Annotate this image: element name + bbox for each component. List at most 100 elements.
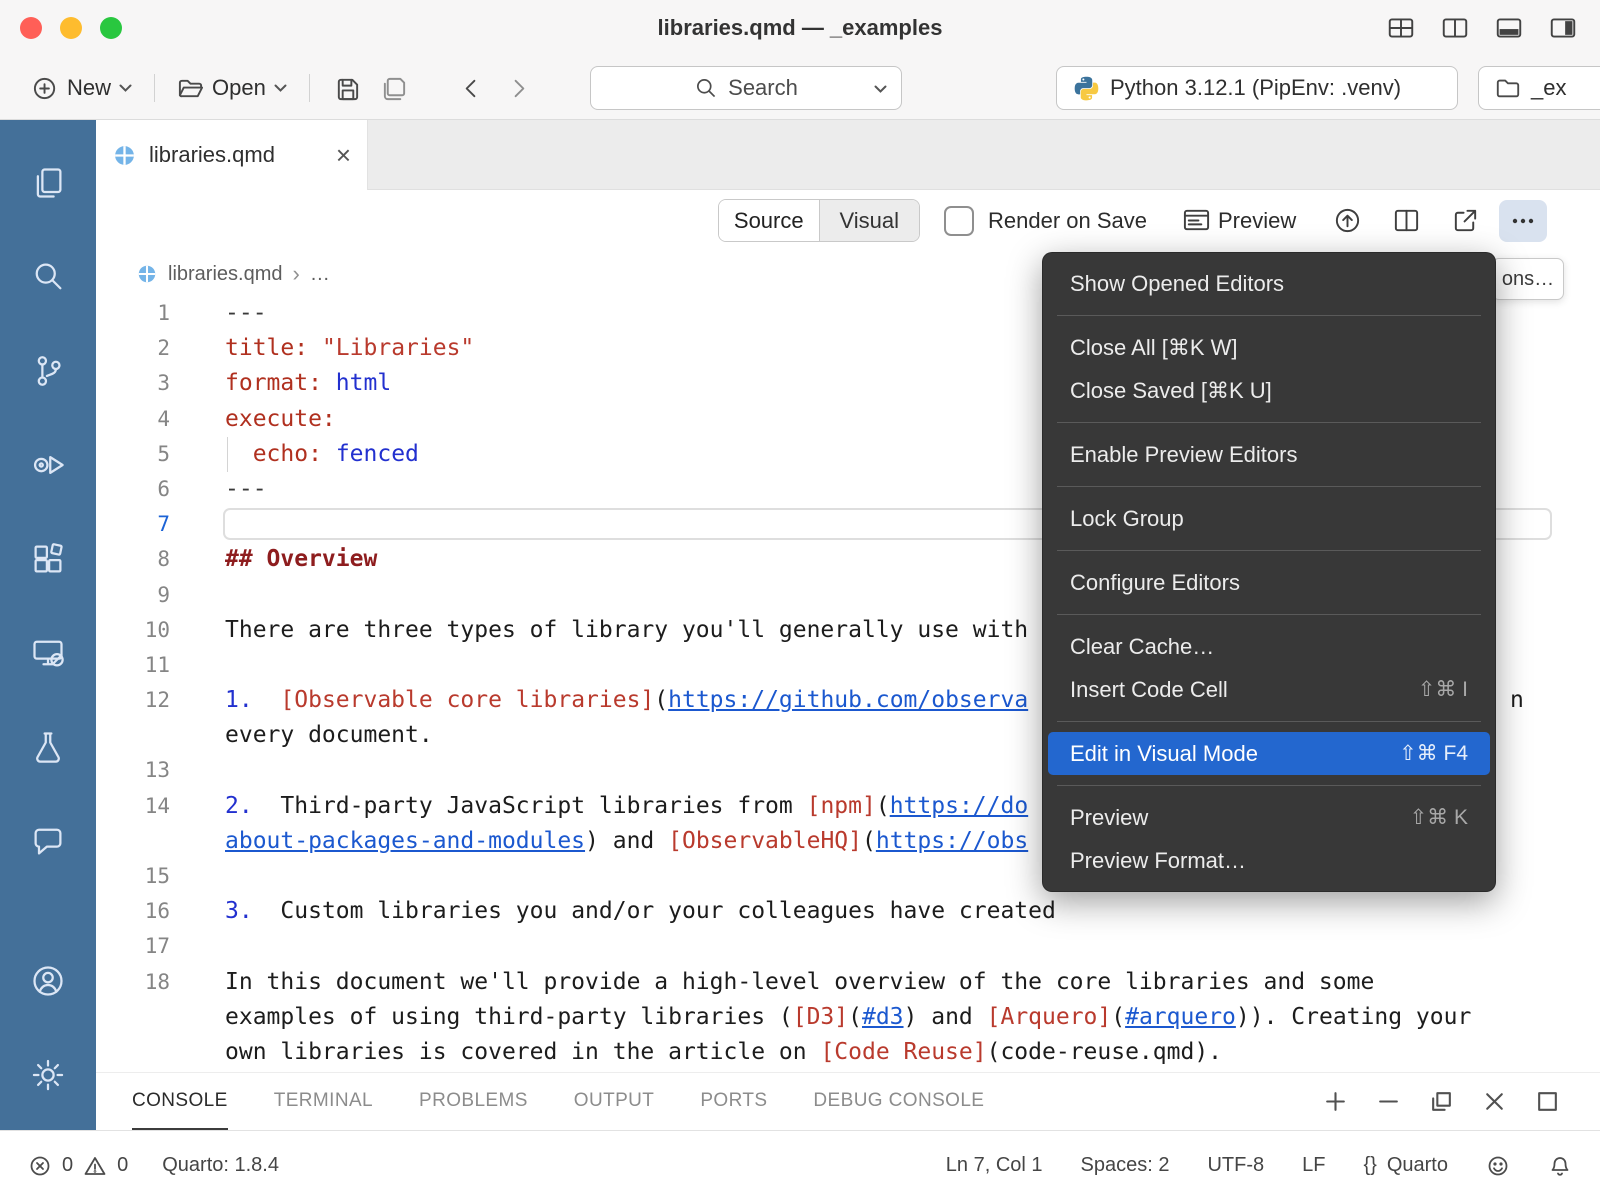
code-row[interactable]: own libraries is covered in the article … — [96, 1035, 1600, 1070]
line-number: 2 — [96, 331, 170, 366]
line-number — [96, 1035, 170, 1070]
sidebar-item-run-debug[interactable] — [0, 418, 96, 512]
line-number: 5 — [96, 437, 170, 472]
line-number: 7 — [96, 507, 170, 542]
line-number: 4 — [96, 402, 170, 437]
panel-tab-terminal[interactable]: TERMINAL — [274, 1073, 373, 1130]
code-row[interactable]: 18In this document we'll provide a high-… — [96, 965, 1600, 1000]
toggle-panel-icon[interactable] — [1494, 13, 1524, 43]
sidebar-item-account[interactable] — [0, 934, 96, 1028]
sidebar-item-chat[interactable] — [0, 794, 96, 888]
feedback-smiley-icon[interactable] — [1486, 1154, 1510, 1178]
line-number: 18 — [96, 965, 170, 1000]
line-number — [96, 718, 170, 753]
save-all-icon[interactable] — [381, 75, 408, 102]
line-number: 3 — [96, 366, 170, 401]
menu-item[interactable]: Close All [⌘K W] — [1048, 326, 1490, 369]
panel-tab-bar: CONSOLE TERMINAL PROBLEMS OUTPUT PORTS DEBUG … — [96, 1072, 1600, 1130]
panel-tab-ports[interactable]: PORTS — [700, 1073, 767, 1130]
visual-mode-button[interactable]: Visual — [820, 200, 920, 241]
panel-tab-output[interactable]: OUTPUT — [574, 1073, 655, 1130]
render-icon[interactable] — [1333, 206, 1362, 235]
breadcrumb-symbol[interactable]: … — [310, 263, 330, 286]
toolbar-divider — [154, 74, 155, 102]
encoding-status[interactable]: UTF-8 — [1207, 1154, 1264, 1177]
notifications-bell-icon[interactable] — [1548, 1154, 1572, 1178]
sidebar-item-sessions[interactable] — [0, 606, 96, 700]
menu-item[interactable]: Show Opened Editors — [1048, 262, 1490, 305]
menu-item[interactable]: Lock Group — [1048, 497, 1490, 540]
new-button[interactable]: New — [24, 69, 140, 108]
panel-tab-debug-console[interactable]: DEBUG CONSOLE — [813, 1073, 984, 1130]
open-in-new-window-icon[interactable] — [1451, 206, 1480, 235]
panel-tab-console[interactable]: CONSOLE — [132, 1073, 228, 1130]
split-editor-icon[interactable] — [1392, 206, 1421, 235]
menu-item[interactable]: Insert Code Cell⇧⌘ I — [1048, 668, 1490, 711]
menu-item[interactable]: Configure Editors — [1048, 561, 1490, 604]
back-icon[interactable] — [458, 75, 485, 102]
more-actions-button[interactable] — [1499, 200, 1547, 242]
menu-separator — [1057, 721, 1481, 722]
sidebar-item-source-control[interactable] — [0, 324, 96, 418]
restore-panel-icon[interactable] — [1429, 1089, 1454, 1114]
workspace-button[interactable]: _ex — [1478, 66, 1600, 110]
customize-layout-icon[interactable] — [1386, 13, 1416, 43]
split-editor-layout-icon[interactable] — [1440, 13, 1470, 43]
render-on-save-checkbox[interactable] — [944, 206, 974, 236]
preview-icon[interactable] — [1182, 206, 1211, 235]
source-visual-toggle: Source Visual — [718, 199, 920, 242]
menu-shortcut: ⇧⌘ K — [1410, 805, 1468, 830]
ellipsis-icon — [1508, 206, 1538, 236]
interpreter-label: Python 3.12.1 (PipEnv: .venv) — [1110, 75, 1401, 101]
line-number: 16 — [96, 894, 170, 929]
quarto-version-status[interactable]: Quarto: 1.8.4 — [162, 1154, 279, 1177]
line-number: 13 — [96, 753, 170, 788]
new-console-plus-icon[interactable] — [1323, 1089, 1348, 1114]
maximize-panel-icon[interactable] — [1535, 1089, 1560, 1114]
breadcrumb-separator: › — [292, 261, 299, 287]
toolbar-divider — [309, 74, 310, 102]
sidebar-item-settings[interactable] — [0, 1028, 96, 1122]
panel-tab-problems[interactable]: PROBLEMS — [419, 1073, 528, 1130]
sidebar-item-extensions[interactable] — [0, 512, 96, 606]
eol-status[interactable]: LF — [1302, 1154, 1325, 1177]
close-panel-icon[interactable] — [1482, 1089, 1507, 1114]
editor-toolbar: Source Visual Render on Save Preview — [0, 190, 1600, 252]
language-mode-label: Quarto — [1387, 1154, 1448, 1177]
editor-actions-menu: Show Opened Editors Close All [⌘K W]Close… — [1042, 252, 1496, 892]
menu-item[interactable]: Preview⇧⌘ K — [1048, 796, 1490, 839]
indentation-status[interactable]: Spaces: 2 — [1081, 1154, 1170, 1177]
window-title: libraries.qmd — _examples — [0, 0, 1600, 56]
preview-button[interactable]: Preview — [1218, 190, 1296, 252]
run-debug-icon — [30, 447, 66, 483]
code-row[interactable]: 17 — [96, 929, 1600, 964]
menu-item[interactable]: Enable Preview Editors — [1048, 433, 1490, 476]
problems-status[interactable]: 0 0 — [28, 1154, 128, 1178]
line-number — [96, 1000, 170, 1035]
forward-icon[interactable] — [505, 75, 532, 102]
quarto-file-icon — [112, 143, 137, 168]
source-mode-button[interactable]: Source — [719, 200, 820, 241]
activity-bar-bottom — [0, 934, 96, 1130]
toggle-secondary-sidebar-icon[interactable] — [1548, 13, 1578, 43]
language-mode-status[interactable]: {} Quarto — [1363, 1154, 1448, 1177]
minimize-panel-icon[interactable] — [1376, 1089, 1401, 1114]
menu-item[interactable]: Edit in Visual Mode⇧⌘ F4 — [1048, 732, 1490, 775]
sidebar-item-testing[interactable] — [0, 700, 96, 794]
tab-libraries-qmd[interactable]: libraries.qmd × — [96, 120, 368, 190]
open-button[interactable]: Open — [169, 69, 295, 108]
menu-item[interactable]: Close Saved [⌘K U] — [1048, 369, 1490, 412]
search-box[interactable]: Search — [590, 66, 902, 110]
menu-item[interactable]: Clear Cache… — [1048, 625, 1490, 668]
line-number: 10 — [96, 613, 170, 648]
close-tab-icon[interactable]: × — [336, 142, 351, 168]
menu-separator — [1057, 614, 1481, 615]
breadcrumb-file[interactable]: libraries.qmd — [168, 263, 282, 286]
menu-item[interactable]: Preview Format… — [1048, 839, 1490, 882]
interpreter-selector[interactable]: Python 3.12.1 (PipEnv: .venv) — [1056, 66, 1458, 110]
panel-actions — [1323, 1073, 1600, 1130]
code-row[interactable]: 163. Custom libraries you and/or your co… — [96, 894, 1600, 929]
save-icon[interactable] — [334, 75, 361, 102]
code-row[interactable]: examples of using third-party libraries … — [96, 1000, 1600, 1035]
cursor-position-status[interactable]: Ln 7, Col 1 — [946, 1154, 1043, 1177]
